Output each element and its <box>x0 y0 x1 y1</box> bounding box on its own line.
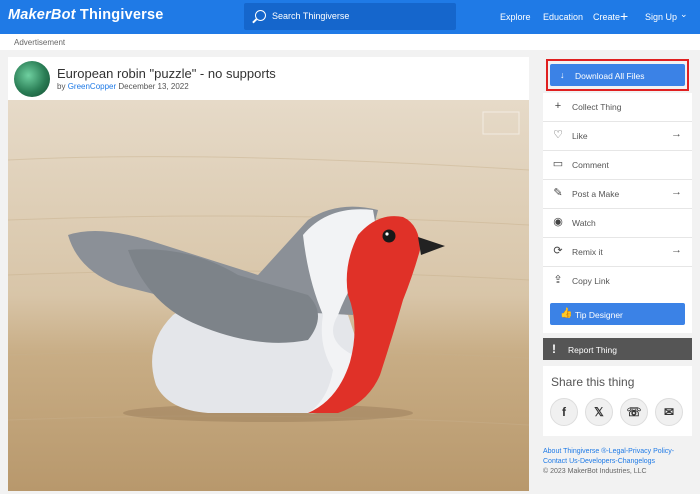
collect-thing-button[interactable]: + Collect Thing <box>543 93 692 122</box>
byline: by GreenCopper December 13, 2022 <box>57 82 189 91</box>
make-icon: ✎ <box>553 187 563 199</box>
page-title: European robin "puzzle" - no supports <box>57 66 276 81</box>
nav-explore[interactable]: Explore <box>500 12 531 22</box>
site-logo[interactable]: MakerBot Thingiverse <box>8 7 164 23</box>
exclamation-icon: ! <box>552 342 556 356</box>
report-thing-button[interactable]: ! Report Thing <box>543 338 692 360</box>
footer-links-2[interactable]: Contact Us-Developers-Changelogs <box>543 457 692 467</box>
email-icon[interactable]: ✉ <box>655 398 683 426</box>
remix-icon: ⟳ <box>553 245 563 257</box>
post-a-make-button[interactable]: ✎ Post a Make → <box>543 180 692 209</box>
share-title: Share this thing <box>551 375 635 389</box>
thumbs-up-icon: 👍 <box>560 308 573 319</box>
avatar[interactable] <box>14 61 50 97</box>
nav-create[interactable]: Create <box>593 12 620 22</box>
brand-thingiverse: Thingiverse <box>79 7 164 23</box>
advertisement-label: Advertisement <box>14 38 66 47</box>
footer: About Thingiverse ®-Legal-Privacy Policy… <box>543 447 692 477</box>
advertisement-bar: Advertisement <box>0 34 700 50</box>
copy-link-label: Copy Link <box>572 276 610 286</box>
collect-thing-label: Collect Thing <box>572 102 622 112</box>
search-placeholder: Search Thingiverse <box>272 11 350 21</box>
facebook-icon[interactable]: f <box>550 398 578 426</box>
nav-sign-up[interactable]: Sign Up <box>645 12 677 22</box>
footer-links-1[interactable]: About Thingiverse ®-Legal-Privacy Policy… <box>543 447 692 457</box>
whatsapp-icon[interactable]: ☏ <box>620 398 648 426</box>
watch-button[interactable]: ◉ Watch <box>543 209 692 238</box>
tip-designer-button[interactable]: 👍 Tip Designer <box>550 303 685 325</box>
robin-illustration <box>8 100 529 491</box>
author-link[interactable]: GreenCopper <box>68 82 116 91</box>
search-icon <box>255 10 266 21</box>
comment-label: Comment <box>572 160 609 170</box>
plus-icon: + <box>554 100 562 112</box>
share-icon: ⇪ <box>553 274 563 286</box>
like-button[interactable]: ♡ Like → <box>543 122 692 151</box>
arrow-right-icon: → <box>671 128 682 140</box>
publish-date: December 13, 2022 <box>118 82 189 91</box>
arrow-right-icon: → <box>671 244 682 256</box>
search-input[interactable]: Search Thingiverse <box>244 3 456 30</box>
brand-makerbot: MakerBot <box>8 7 76 23</box>
twitter-icon[interactable]: 𝕏 <box>585 398 613 426</box>
thing-image[interactable] <box>8 100 529 491</box>
report-thing-label: Report Thing <box>568 345 617 355</box>
tip-designer-label: Tip Designer <box>575 310 623 320</box>
eye-icon: ◉ <box>553 216 563 228</box>
chevron-down-icon[interactable]: ⌄ <box>680 9 688 20</box>
heart-icon: ♡ <box>553 129 563 141</box>
nav-education[interactable]: Education <box>543 12 583 22</box>
by-label: by <box>57 82 66 91</box>
like-label: Like <box>572 131 588 141</box>
watch-label: Watch <box>572 218 596 228</box>
comment-icon: ▭ <box>552 158 564 170</box>
copy-link-button[interactable]: ⇪ Copy Link <box>543 267 692 295</box>
copyright: © 2023 MakerBot Industries, LLC <box>543 468 647 475</box>
download-highlight-box <box>546 59 689 91</box>
comment-button[interactable]: ▭ Comment <box>543 151 692 180</box>
remix-it-label: Remix it <box>572 247 603 257</box>
plus-icon[interactable]: + <box>620 8 628 24</box>
remix-it-button[interactable]: ⟳ Remix it → <box>543 238 692 267</box>
post-a-make-label: Post a Make <box>572 189 620 199</box>
arrow-right-icon: → <box>671 186 682 198</box>
